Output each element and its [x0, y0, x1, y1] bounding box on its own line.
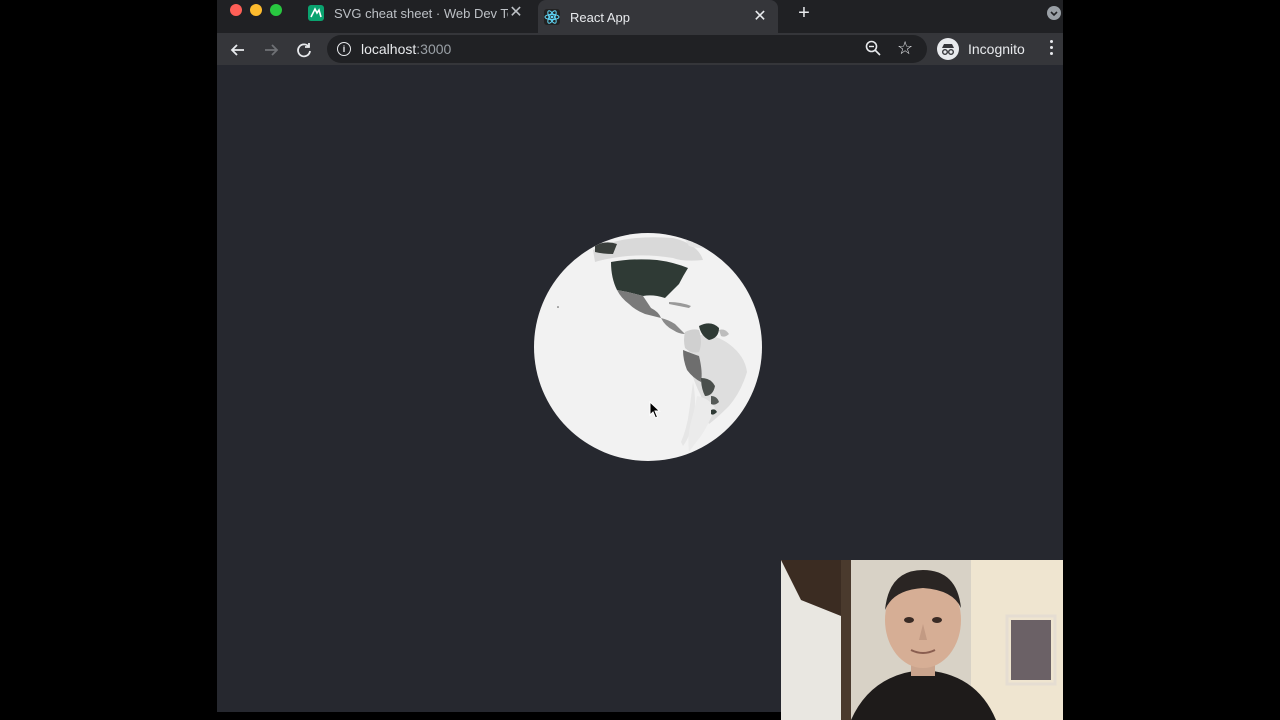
plus-icon[interactable]: +	[793, 2, 815, 24]
url-text: localhost:3000	[361, 41, 451, 57]
code-favicon-icon	[308, 5, 324, 21]
zoom-icon[interactable]	[864, 39, 882, 57]
close-icon[interactable]: ✕	[752, 9, 768, 25]
tab-react-app[interactable]: React App ✕	[538, 0, 778, 34]
island-dot	[557, 306, 559, 308]
url-host: localhost	[361, 41, 417, 57]
close-icon[interactable]: ✕	[508, 5, 524, 21]
tab-search-icon[interactable]	[1047, 6, 1061, 20]
star-icon[interactable]: ☆	[897, 37, 913, 59]
arrow-right-icon[interactable]	[260, 39, 282, 61]
profile-label: Incognito	[968, 41, 1025, 57]
window-maximize-button[interactable]	[270, 4, 282, 16]
url-port: :3000	[416, 41, 452, 57]
window-minimize-button[interactable]	[250, 4, 262, 16]
incognito-icon	[937, 38, 959, 60]
country-colombia	[684, 329, 701, 353]
info-icon[interactable]: i	[337, 42, 351, 56]
tab-title: React App	[570, 9, 630, 25]
arrow-left-icon[interactable]	[227, 39, 249, 61]
webcam-overlay	[781, 560, 1063, 720]
browser-toolbar: i localhost:3000 ☆ Incognito	[217, 33, 1063, 65]
tab-strip: SVG cheat sheet · Web Dev To ✕ React App…	[217, 0, 1063, 34]
reload-icon[interactable]	[293, 39, 315, 61]
tab-svg-cheat-sheet[interactable]: SVG cheat sheet · Web Dev To ✕	[302, 0, 534, 26]
address-bar[interactable]: i localhost:3000 ☆	[327, 35, 927, 63]
webcam-video-image	[781, 560, 1063, 720]
react-favicon-icon	[544, 9, 560, 25]
tab-title: SVG cheat sheet · Web Dev To	[334, 5, 508, 21]
kebab-menu-icon[interactable]	[1050, 40, 1054, 58]
globe-map[interactable]	[533, 232, 763, 462]
window-close-button[interactable]	[230, 4, 242, 16]
incognito-profile-button[interactable]: Incognito	[937, 36, 1025, 62]
mouse-cursor-icon	[649, 401, 661, 419]
